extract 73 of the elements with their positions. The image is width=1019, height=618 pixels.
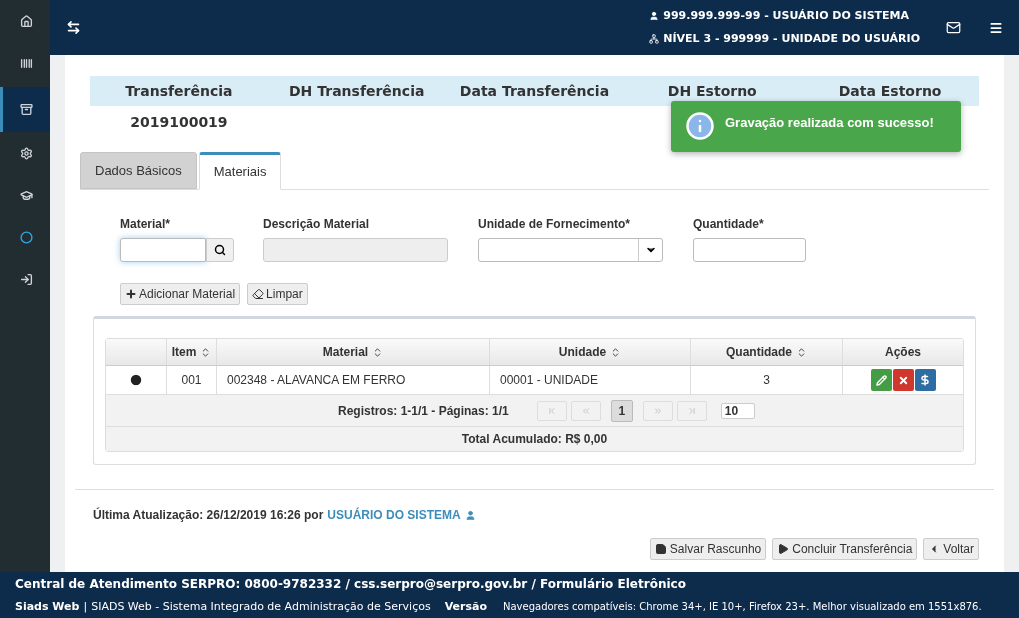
user-label: 999.999.999-99 - USUÁRIO DO SISTEMA <box>663 8 910 24</box>
table-cell: 001 <box>167 366 217 394</box>
mail-icon[interactable] <box>946 20 961 35</box>
field-label: Unidade de Fornecimento* <box>478 216 632 233</box>
table-cell: 00001 - UNIDADE <box>490 366 691 394</box>
search-icon <box>214 244 226 256</box>
table-cell: 3 <box>691 366 843 394</box>
eraser-icon <box>252 288 265 300</box>
add-material-button[interactable]: Adicionar Material <box>120 283 241 305</box>
search-button[interactable] <box>206 238 234 262</box>
transfer-number: 2019100019 <box>129 113 229 132</box>
graduation-cap-icon <box>20 188 33 202</box>
field-label: Descrição Material <box>263 216 371 233</box>
table-cell: 002348 - ALAVANCA EM FERRO <box>217 366 490 394</box>
pencil-icon <box>875 374 887 386</box>
column-header[interactable]: Unidade <box>490 339 691 365</box>
total-label: Total Acumulado: R$ 0,00 <box>461 431 608 448</box>
circle-icon <box>20 230 33 244</box>
column-header: DH Estorno <box>666 81 758 101</box>
menu-icon[interactable] <box>989 20 1003 35</box>
page-button[interactable]: 1 <box>610 399 633 422</box>
tab[interactable]: Materiais <box>198 152 282 190</box>
column-header[interactable]: Quantidade <box>691 339 843 365</box>
dollar-icon <box>919 374 931 386</box>
column-header[interactable]: Material <box>217 339 490 365</box>
page-size-select[interactable]: 10 <box>720 402 755 419</box>
brand-label: Siads Web <box>15 598 80 615</box>
material-input[interactable] <box>120 238 206 262</box>
gears-icon <box>20 146 33 160</box>
column-header: Ações <box>884 344 922 361</box>
hierarchy-icon <box>649 33 660 44</box>
tab[interactable]: Dados Básicos <box>80 152 197 189</box>
user-link[interactable]: USUÁRIO DO SISTEMA <box>327 506 461 524</box>
column-header: Data Estorno <box>837 81 943 101</box>
toast-message: Gravação realizada com sucesso! <box>725 114 934 132</box>
home-icon <box>20 14 33 28</box>
text-input[interactable] <box>693 238 806 262</box>
separator: | <box>83 598 88 615</box>
column-header: DH Transferência <box>288 81 426 101</box>
user-icon <box>464 509 476 521</box>
sign-in-icon <box>20 272 33 286</box>
toggle-icon[interactable] <box>66 20 81 35</box>
clear-button[interactable]: Limpar <box>247 283 308 305</box>
unit-label: NÍVEL 3 - 999999 - UNIDADE DO USUÁRIO <box>663 30 920 47</box>
first-icon <box>546 405 557 416</box>
action-button[interactable]: Salvar Rascunho <box>649 538 767 560</box>
field-label: Quantidade* <box>693 216 765 233</box>
action-button[interactable]: Concluir Transferência <box>772 538 918 560</box>
next-icon <box>652 405 663 416</box>
last-update-text: Última Atualização: 26/12/2019 16:26 por <box>93 506 324 524</box>
column-header[interactable]: Item <box>167 339 217 365</box>
user-icon <box>649 11 660 22</box>
info-icon <box>685 111 715 141</box>
column-header: Data Transferência <box>458 81 611 101</box>
close-icon <box>897 374 909 386</box>
barcode-icon <box>20 56 33 70</box>
edit-button[interactable] <box>870 369 892 391</box>
records-label: Registros: 1-1/1 - Páginas: 1/1 <box>338 402 509 420</box>
browser-note: Navegadores compatíveis: Chrome 34+, IE 10+, Firefox 23+. Melhor visualizado em 1551x876. <box>503 599 982 614</box>
system-name: SIADS Web - Sistema Integrado de Administração de Serviços <box>91 598 431 615</box>
last-icon <box>686 405 697 416</box>
archive-icon <box>20 103 33 116</box>
support-text: Central de Atendimento SERPRO: 0800-9782332 / css.serpro@serpro.gov.br / Formulário Eletrônico <box>15 575 687 593</box>
cost-button[interactable] <box>914 369 936 391</box>
action-button[interactable]: Voltar <box>923 538 979 560</box>
column-header: Transferência <box>124 81 234 101</box>
plus-icon <box>125 288 137 300</box>
previous-icon <box>580 405 591 416</box>
sidebar-item[interactable] <box>0 87 50 132</box>
version-label: Versão <box>444 598 487 615</box>
play-icon <box>777 543 790 555</box>
field-label: Material* <box>120 216 172 233</box>
delete-button[interactable] <box>892 369 914 391</box>
